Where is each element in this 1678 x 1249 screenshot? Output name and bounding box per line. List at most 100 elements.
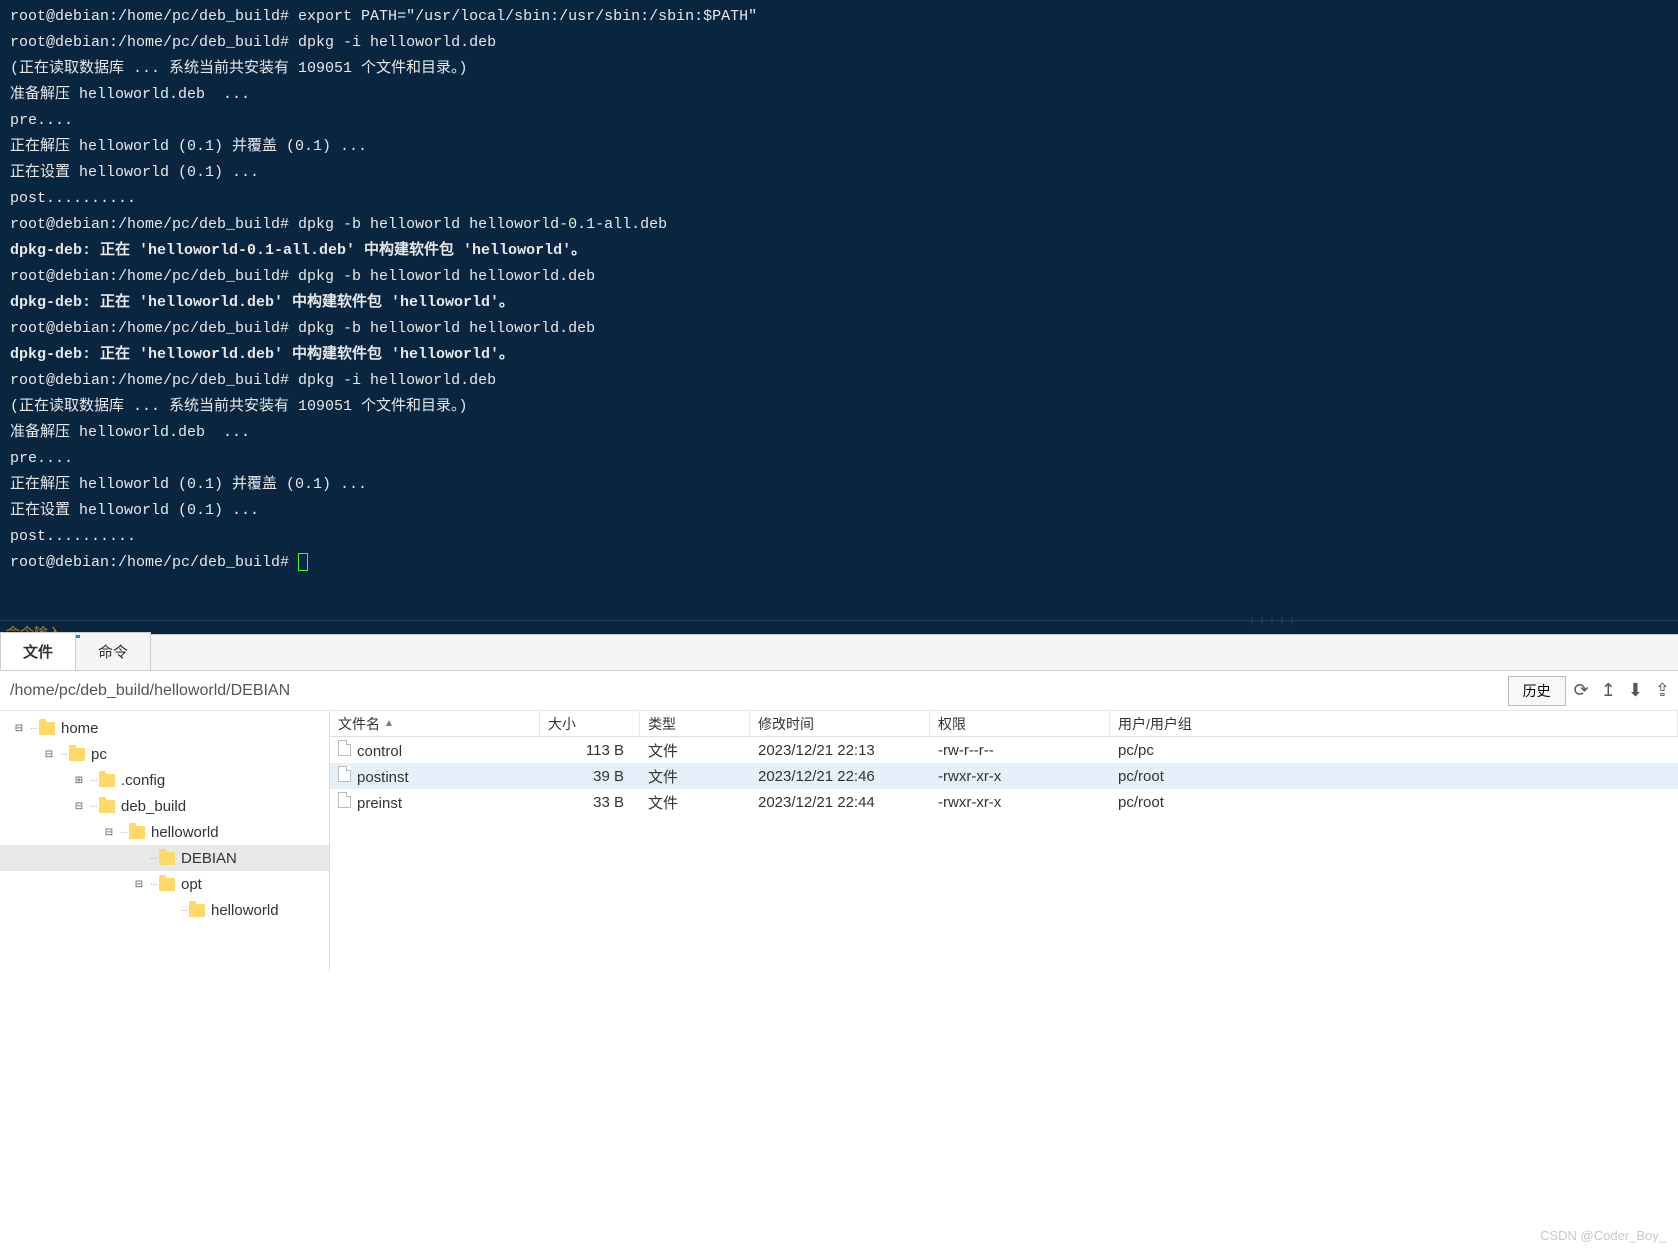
- file-type: 文件: [640, 738, 750, 763]
- tree-item[interactable]: ···DEBIAN: [0, 845, 329, 871]
- col-perm[interactable]: 权限: [930, 711, 1110, 736]
- file-list-header[interactable]: 文件名▲ 大小 类型 修改时间 权限 用户/用户组: [330, 711, 1678, 737]
- terminal-line: dpkg-deb: 正在 'helloworld.deb' 中构建软件包 'he…: [10, 290, 1668, 316]
- file-row[interactable]: control 113 B文件2023/12/21 22:13-rw-r--r--…: [330, 737, 1678, 763]
- terminal-output[interactable]: root@debian:/home/pc/deb_build# export P…: [0, 0, 1678, 620]
- directory-tree[interactable]: ⊟···home⊟···pc⊞···.config⊟···deb_build⊟·…: [0, 711, 330, 971]
- file-size: 113 B: [540, 740, 640, 761]
- tree-leaf-icon: [132, 851, 146, 865]
- col-size[interactable]: 大小: [540, 711, 640, 736]
- col-date[interactable]: 修改时间: [750, 711, 930, 736]
- terminal-line: 正在解压 helloworld (0.1) 并覆盖 (0.1) ...: [10, 472, 1668, 498]
- collapse-icon[interactable]: ⊟: [42, 747, 56, 761]
- folder-icon: [129, 826, 145, 839]
- col-type[interactable]: 类型: [640, 711, 750, 736]
- folder-icon: [99, 774, 115, 787]
- file-size: 39 B: [540, 766, 640, 787]
- tab-file[interactable]: 文件: [0, 632, 76, 670]
- col-owner[interactable]: 用户/用户组: [1110, 711, 1678, 736]
- terminal-cursor: [298, 553, 308, 571]
- folder-icon: [69, 748, 85, 761]
- file-perm: -rw-r--r--: [930, 740, 1110, 761]
- tree-item-label: helloworld: [211, 902, 279, 919]
- tree-item[interactable]: ⊟···home: [0, 715, 329, 741]
- file-icon: [338, 792, 351, 808]
- collapse-icon[interactable]: ⊟: [102, 825, 116, 839]
- terminal-line: pre....: [10, 446, 1668, 472]
- file-name: preinst: [357, 795, 402, 812]
- folder-icon: [159, 852, 175, 865]
- file-perm: -rwxr-xr-x: [930, 766, 1110, 787]
- tree-item[interactable]: ⊟···deb_build: [0, 793, 329, 819]
- terminal-line: root@debian:/home/pc/deb_build# dpkg -b …: [10, 264, 1668, 290]
- terminal-line: dpkg-deb: 正在 'helloworld-0.1-all.deb' 中构…: [10, 238, 1668, 264]
- terminal-line: root@debian:/home/pc/deb_build# dpkg -i …: [10, 30, 1668, 56]
- terminal-line: root@debian:/home/pc/deb_build# dpkg -b …: [10, 212, 1668, 238]
- up-dir-icon[interactable]: ⇪: [1655, 680, 1670, 701]
- terminal-line: root@debian:/home/pc/deb_build# export P…: [10, 4, 1668, 30]
- file-type: 文件: [640, 790, 750, 815]
- tree-item-label: DEBIAN: [181, 850, 237, 867]
- path-bar: /home/pc/deb_build/helloworld/DEBIAN 历史 …: [0, 671, 1678, 711]
- file-type: 文件: [640, 764, 750, 789]
- folder-icon: [99, 800, 115, 813]
- terminal-line: post..........: [10, 524, 1668, 550]
- pane-divider[interactable]: 命令输入: [0, 620, 1678, 634]
- terminal-line: pre....: [10, 108, 1668, 134]
- collapse-icon[interactable]: ⊟: [12, 721, 26, 735]
- tree-leaf-icon: [162, 903, 176, 917]
- file-browser-panel: 文件 命令 /home/pc/deb_build/helloworld/DEBI…: [0, 634, 1678, 971]
- file-date: 2023/12/21 22:46: [750, 766, 930, 787]
- file-date: 2023/12/21 22:13: [750, 740, 930, 761]
- file-icon: [338, 740, 351, 756]
- terminal-line: (正在读取数据库 ... 系统当前共安装有 109051 个文件和目录。): [10, 56, 1668, 82]
- collapse-icon[interactable]: ⊟: [72, 799, 86, 813]
- sort-asc-icon: ▲: [384, 718, 394, 729]
- tree-item-label: deb_build: [121, 798, 186, 815]
- file-date: 2023/12/21 22:44: [750, 792, 930, 813]
- expand-icon[interactable]: ⊞: [72, 773, 86, 787]
- history-button[interactable]: 历史: [1508, 676, 1566, 706]
- terminal-line: root@debian:/home/pc/deb_build# dpkg -i …: [10, 368, 1668, 394]
- tree-item[interactable]: ···helloworld: [0, 897, 329, 923]
- tree-item-label: pc: [91, 746, 107, 763]
- folder-icon: [39, 722, 55, 735]
- terminal-line: 准备解压 helloworld.deb ...: [10, 82, 1668, 108]
- terminal-line: 正在设置 helloworld (0.1) ...: [10, 160, 1668, 186]
- folder-icon: [159, 878, 175, 891]
- file-name: postinst: [357, 769, 409, 786]
- upload-icon[interactable]: ↥: [1601, 680, 1616, 701]
- terminal-line: root@debian:/home/pc/deb_build# dpkg -b …: [10, 316, 1668, 342]
- current-path[interactable]: /home/pc/deb_build/helloworld/DEBIAN: [8, 682, 1500, 700]
- tab-strip: 文件 命令: [0, 635, 1678, 671]
- tree-item[interactable]: ⊟···opt: [0, 871, 329, 897]
- collapse-icon[interactable]: ⊟: [132, 877, 146, 891]
- file-row[interactable]: postinst 39 B文件2023/12/21 22:46-rwxr-xr-x…: [330, 763, 1678, 789]
- download-icon[interactable]: ⬇: [1628, 680, 1643, 701]
- terminal-line: 准备解压 helloworld.deb ...: [10, 420, 1668, 446]
- terminal-line: 正在解压 helloworld (0.1) 并覆盖 (0.1) ...: [10, 134, 1668, 160]
- tree-item-label: opt: [181, 876, 202, 893]
- tree-item[interactable]: ⊟···helloworld: [0, 819, 329, 845]
- watermark: CSDN @Coder_Boy_: [1540, 1228, 1666, 1243]
- file-list[interactable]: 文件名▲ 大小 类型 修改时间 权限 用户/用户组 control113 B文件…: [330, 711, 1678, 971]
- tree-item-label: home: [61, 720, 99, 737]
- refresh-icon[interactable]: ⟳: [1574, 680, 1589, 701]
- col-name: 文件名▲: [330, 711, 540, 736]
- file-owner: pc/root: [1110, 766, 1678, 787]
- file-name: control: [357, 743, 402, 760]
- tree-item[interactable]: ⊟···pc: [0, 741, 329, 767]
- file-row[interactable]: preinst33 B文件2023/12/21 22:44-rwxr-xr-xp…: [330, 789, 1678, 815]
- file-owner: pc/pc: [1110, 740, 1678, 761]
- folder-icon: [189, 904, 205, 917]
- terminal-line: (正在读取数据库 ... 系统当前共安装有 109051 个文件和目录。): [10, 394, 1668, 420]
- tree-item[interactable]: ⊞···.config: [0, 767, 329, 793]
- terminal-line: post..........: [10, 186, 1668, 212]
- tab-command[interactable]: 命令: [75, 632, 151, 670]
- terminal-line: dpkg-deb: 正在 'helloworld.deb' 中构建软件包 'he…: [10, 342, 1668, 368]
- file-owner: pc/root: [1110, 792, 1678, 813]
- terminal-line: 正在设置 helloworld (0.1) ...: [10, 498, 1668, 524]
- tree-item-label: helloworld: [151, 824, 219, 841]
- file-icon: [338, 766, 351, 782]
- file-perm: -rwxr-xr-x: [930, 792, 1110, 813]
